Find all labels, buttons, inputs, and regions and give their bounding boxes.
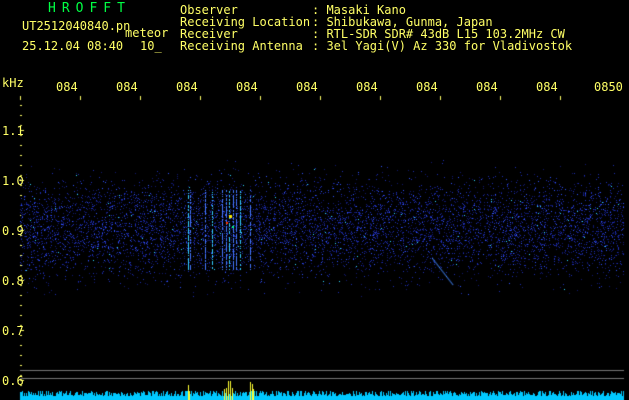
x-tick-label: 084 — [176, 80, 198, 94]
y-tick-label: 0.9 — [2, 224, 24, 238]
y-tick-label: 0.8 — [2, 274, 24, 288]
filename-label: UT2512040840.pn — [22, 19, 131, 33]
x-tick-label: 084 — [536, 80, 558, 94]
y-unit-label: kHz — [2, 76, 24, 90]
x-tick-label: 084 — [476, 80, 498, 94]
type-label: meteor — [125, 26, 169, 40]
antenna-value: : 3el Yagi(V) Az 330 for Vladivostok — [312, 39, 573, 53]
y-tick-label: 1.0 — [2, 174, 24, 188]
x-tick-label: 084 — [236, 80, 258, 94]
x-tick-label: 084 — [116, 80, 138, 94]
count-label: 10_ — [140, 39, 162, 53]
x-tick-label: 0850 — [594, 80, 623, 94]
y-tick-label: 0.6 — [2, 374, 24, 388]
app-title: HROFFT — [48, 1, 131, 16]
spectrogram-plot — [0, 0, 629, 400]
antenna-label: Receiving Antenna — [180, 39, 303, 53]
y-tick-label: 0.7 — [2, 324, 24, 338]
x-tick-label: 084 — [416, 80, 438, 94]
x-tick-label: 084 — [56, 80, 78, 94]
x-tick-label: 084 — [296, 80, 318, 94]
x-tick-label: 084 — [356, 80, 378, 94]
y-tick-label: 1.1 — [2, 124, 24, 138]
datetime-label: 25.12.04 08:40 — [22, 39, 124, 53]
